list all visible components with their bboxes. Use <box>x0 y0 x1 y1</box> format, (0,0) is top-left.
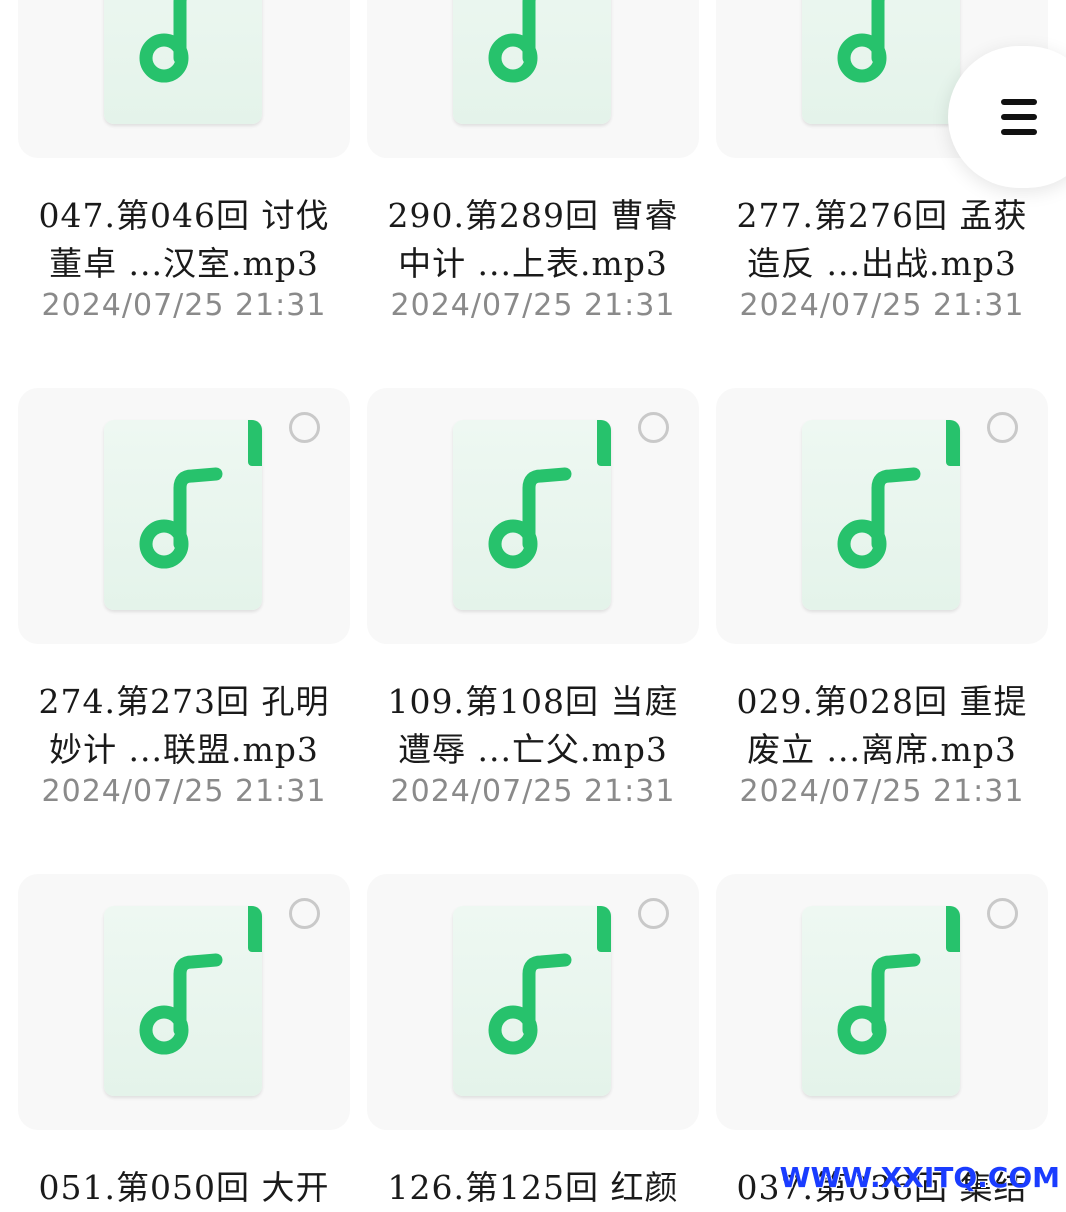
menu-icon <box>1001 99 1037 136</box>
music-file-icon <box>802 0 960 124</box>
file-name: 029.第028回 重提 废立 ...离席.mp3 <box>716 678 1048 774</box>
music-file-icon <box>453 906 611 1096</box>
music-file-icon <box>104 420 262 610</box>
file-name: 274.第273回 孔明 妙计 ...联盟.mp3 <box>18 678 350 774</box>
music-note-icon <box>139 953 223 1055</box>
file-name-line2: 董卓 ...汉室.mp3 <box>49 244 319 283</box>
file-thumbnail[interactable] <box>367 388 699 644</box>
file-name-line1: 274.第273回 孔明 <box>38 682 330 721</box>
file-name-line1: 109.第108回 当庭 <box>387 682 679 721</box>
file-name-line2: 妙计 ...联盟.mp3 <box>49 730 319 769</box>
music-file-icon <box>104 906 262 1096</box>
file-thumbnail[interactable] <box>367 874 699 1130</box>
select-checkbox[interactable] <box>987 412 1018 443</box>
music-note-icon <box>139 0 189 83</box>
file-name-line1: 047.第046回 讨伐 <box>38 196 330 235</box>
file-name-line2: 遭辱 ...亡父.mp3 <box>398 730 668 769</box>
file-thumbnail[interactable] <box>367 0 699 158</box>
file-name-line1: 277.第276回 孟获 <box>736 196 1028 235</box>
music-note-icon <box>837 0 887 83</box>
music-note-icon <box>837 467 921 569</box>
file-date: 2024/07/25 21:31 <box>41 774 327 809</box>
watermark: WWW.XXITQ.COM <box>779 1161 1060 1194</box>
file-name-line1: 290.第289回 曹睿 <box>387 196 679 235</box>
file-date: 2024/07/25 21:31 <box>739 288 1025 323</box>
file-name-line2: 中计 ...上表.mp3 <box>398 244 668 283</box>
file-thumbnail[interactable] <box>716 874 1048 1130</box>
file-date: 2024/07/25 21:31 <box>739 774 1025 809</box>
music-file-icon <box>453 420 611 610</box>
file-date: 2024/07/25 21:31 <box>41 288 327 323</box>
select-checkbox[interactable] <box>638 898 669 929</box>
music-file-icon <box>453 0 611 124</box>
file-name: 047.第046回 讨伐 董卓 ...汉室.mp3 <box>18 192 350 288</box>
file-thumbnail[interactable] <box>18 874 350 1130</box>
select-checkbox[interactable] <box>289 898 320 929</box>
file-name-line2: 造反 ...出战.mp3 <box>747 244 1017 283</box>
file-name-line1: 126.第125回 红颜 <box>387 1168 679 1207</box>
file-thumbnail[interactable] <box>716 388 1048 644</box>
music-note-icon <box>488 0 538 83</box>
file-name-line1: 029.第028回 重提 <box>736 682 1028 721</box>
file-name: 126.第125回 红颜 <box>367 1164 699 1212</box>
file-date: 2024/07/25 21:31 <box>390 774 676 809</box>
file-date: 2024/07/25 21:31 <box>390 288 676 323</box>
file-name: 109.第108回 当庭 遭辱 ...亡父.mp3 <box>367 678 699 774</box>
select-checkbox[interactable] <box>987 898 1018 929</box>
music-file-icon <box>802 906 960 1096</box>
music-note-icon <box>837 953 921 1055</box>
file-name-line2: 废立 ...离席.mp3 <box>747 730 1017 769</box>
music-note-icon <box>488 467 572 569</box>
select-checkbox[interactable] <box>289 412 320 443</box>
music-note-icon <box>488 953 572 1055</box>
music-file-icon <box>802 420 960 610</box>
file-thumbnail[interactable] <box>18 388 350 644</box>
select-checkbox[interactable] <box>638 412 669 443</box>
file-grid: 047.第046回 讨伐 董卓 ...汉室.mp3 2024/07/25 21:31… <box>0 0 1066 1207</box>
file-thumbnail[interactable] <box>18 0 350 158</box>
file-name-line1: 051.第050回 大开 <box>38 1168 330 1207</box>
file-name: 290.第289回 曹睿 中计 ...上表.mp3 <box>367 192 699 288</box>
file-name: 051.第050回 大开 <box>18 1164 350 1212</box>
music-note-icon <box>139 467 223 569</box>
file-name: 277.第276回 孟获 造反 ...出战.mp3 <box>716 192 1048 288</box>
music-file-icon <box>104 0 262 124</box>
